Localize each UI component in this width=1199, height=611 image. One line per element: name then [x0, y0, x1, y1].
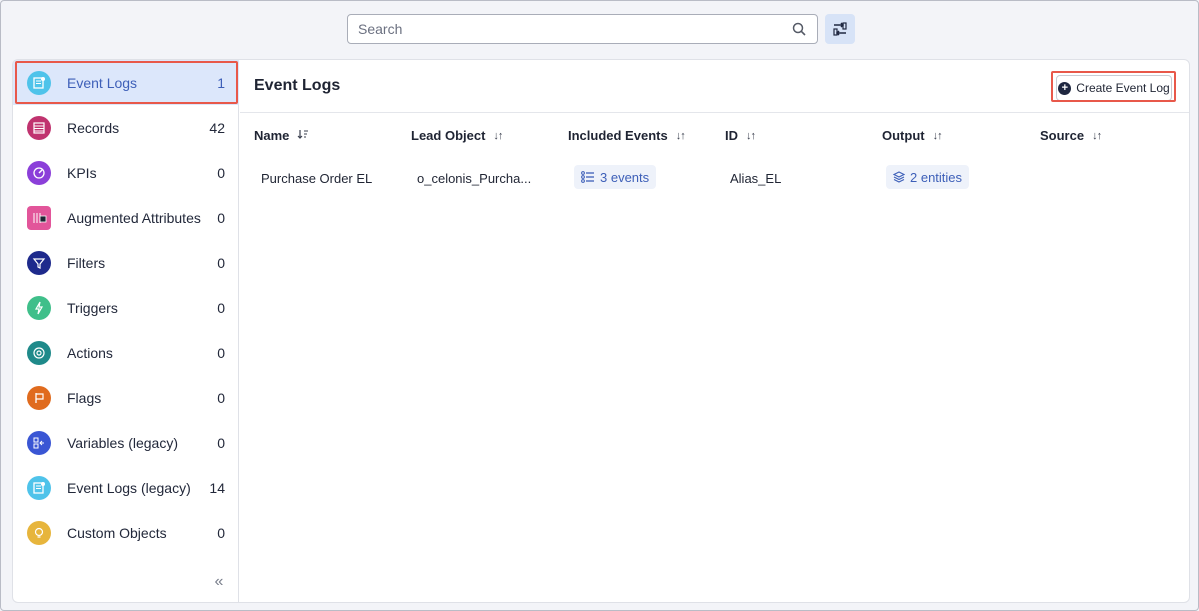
sort-icon[interactable]: ↓↑ — [746, 130, 756, 142]
column-header-included-events[interactable]: Included Events ↓↑ — [568, 128, 686, 143]
column-header-label: ID — [725, 128, 738, 143]
events-list-icon — [581, 171, 594, 183]
output-chip[interactable]: 2 entities — [886, 165, 970, 189]
sidebar-item-event-logs[interactable]: Event Logs 1 — [13, 60, 239, 105]
sidebar-item-label: Event Logs — [67, 74, 138, 91]
search-box[interactable] — [347, 14, 818, 44]
top-bar — [1, 1, 1199, 57]
column-header-name[interactable]: Name — [254, 128, 309, 143]
lightbulb-icon — [27, 520, 51, 545]
search-input[interactable] — [358, 21, 791, 37]
sidebar-item-label: Custom Objects — [67, 524, 167, 541]
swap-icon — [833, 22, 847, 36]
sidebar-item-count: 0 — [217, 209, 225, 226]
variables-icon — [27, 430, 51, 455]
event-logs-icon — [27, 70, 51, 95]
switch-view-button[interactable] — [825, 14, 855, 44]
sidebar-item-label: KPIs — [67, 164, 97, 181]
column-header-lead-object[interactable]: Lead Object ↓↑ — [411, 128, 503, 143]
augmented-attributes-icon — [27, 205, 51, 230]
sidebar-item-count: 0 — [217, 164, 225, 181]
trigger-icon — [27, 295, 51, 320]
sidebar: Event Logs 1 Records 42 KPIs 0 Augmented… — [13, 60, 239, 602]
sidebar-item-count: 1 — [217, 74, 225, 91]
sidebar-item-kpis[interactable]: KPIs 0 — [13, 150, 239, 195]
sidebar-item-label: Records — [67, 119, 120, 136]
column-header-id[interactable]: ID ↓↑ — [725, 128, 756, 143]
sidebar-item-count: 0 — [217, 434, 225, 451]
page-title: Event Logs — [254, 77, 341, 94]
sidebar-item-count: 42 — [209, 119, 225, 136]
sort-descending-icon[interactable] — [297, 128, 309, 143]
collapse-sidebar-icon[interactable]: « — [211, 574, 227, 590]
sidebar-item-count: 0 — [217, 299, 225, 316]
sidebar-item-count: 0 — [217, 254, 225, 271]
column-header-label: Source — [1040, 128, 1085, 143]
event-logs-legacy-icon — [27, 475, 51, 500]
column-header-label: Output — [882, 128, 925, 143]
sidebar-item-count: 0 — [217, 389, 225, 406]
content-panel: Event Logs 1 Records 42 KPIs 0 Augmented… — [12, 59, 1190, 603]
sidebar-item-label: Flags — [67, 389, 102, 406]
records-icon — [27, 115, 51, 140]
filter-icon — [27, 250, 51, 275]
cell-name[interactable]: Purchase Order EL — [261, 168, 372, 188]
layers-icon — [893, 171, 905, 183]
sidebar-item-variables-legacy[interactable]: Variables (legacy) 0 — [13, 420, 239, 465]
create-event-log-label: Create Event Log — [1076, 81, 1170, 95]
sort-icon[interactable]: ↓↑ — [493, 130, 503, 142]
sidebar-item-label: Actions — [67, 344, 113, 361]
kpi-gauge-icon — [27, 160, 51, 185]
output-label: 2 entities — [910, 169, 963, 185]
included-events-label: 3 events — [600, 169, 650, 185]
cell-id: Alias_EL — [730, 170, 782, 186]
sidebar-item-filters[interactable]: Filters 0 — [13, 240, 239, 285]
sort-icon[interactable]: ↓↑ — [676, 130, 686, 142]
included-events-chip[interactable]: 3 events — [574, 165, 657, 189]
create-event-log-button[interactable]: + Create Event Log — [1056, 75, 1172, 101]
sidebar-item-actions[interactable]: Actions 0 — [13, 330, 239, 375]
sidebar-item-triggers[interactable]: Triggers 0 — [13, 285, 239, 330]
flag-icon — [27, 385, 51, 410]
actions-icon — [27, 340, 51, 365]
main-content: Event Logs + Create Event Log Name Lead … — [240, 60, 1189, 602]
main-header: Event Logs + Create Event Log — [240, 60, 1189, 113]
sidebar-item-label: Augmented Attributes — [67, 209, 201, 226]
sidebar-item-flags[interactable]: Flags 0 — [13, 375, 239, 420]
sidebar-item-label: Filters — [67, 254, 106, 271]
sidebar-item-custom-objects[interactable]: Custom Objects 0 — [13, 510, 239, 555]
sidebar-item-label: Variables (legacy) — [67, 434, 179, 451]
app-frame: Event Logs 1 Records 42 KPIs 0 — [0, 0, 1199, 611]
column-header-output[interactable]: Output ↓↑ — [882, 128, 943, 143]
column-header-label: Included Events — [568, 128, 668, 143]
sidebar-item-label: Triggers — [67, 299, 118, 316]
sidebar-item-records[interactable]: Records 42 — [13, 105, 239, 150]
sidebar-item-augmented-attributes[interactable]: Augmented Attributes 0 — [13, 195, 239, 240]
cell-lead-object: o_celonis_Purcha... — [417, 170, 532, 186]
sidebar-item-count: 0 — [217, 524, 225, 541]
column-header-source[interactable]: Source ↓↑ — [1040, 128, 1102, 143]
sidebar-item-count: 0 — [217, 344, 225, 361]
sidebar-item-label: Event Logs (legacy) — [67, 479, 191, 496]
column-header-label: Lead Object — [411, 128, 486, 143]
search-icon[interactable] — [791, 21, 807, 37]
sidebar-item-count: 14 — [209, 479, 225, 496]
sort-icon[interactable]: ↓↑ — [933, 130, 943, 142]
column-header-label: Name — [254, 128, 290, 143]
sidebar-item-event-logs-legacy[interactable]: Event Logs (legacy) 14 — [13, 465, 239, 510]
sort-icon[interactable]: ↓↑ — [1092, 130, 1102, 142]
plus-circle-icon: + — [1058, 81, 1072, 95]
